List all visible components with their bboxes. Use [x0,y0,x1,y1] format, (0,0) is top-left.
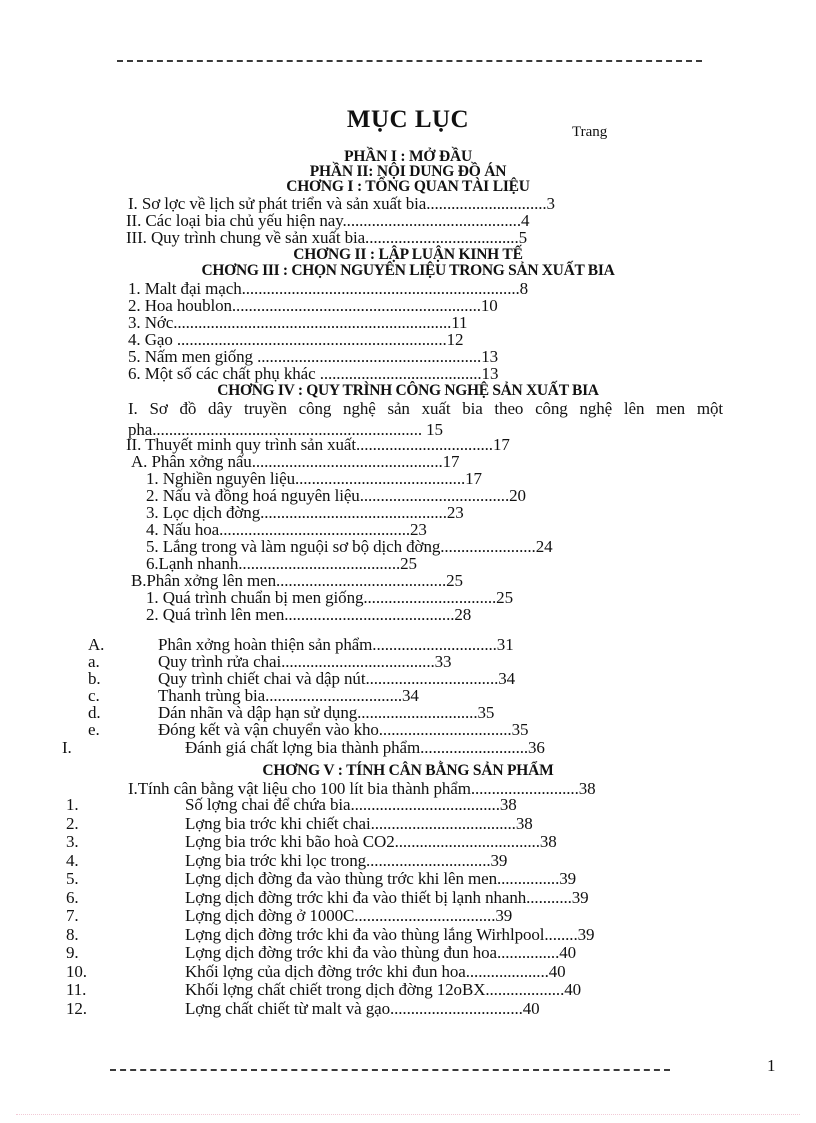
toc-entry-wrapped[interactable]: I. Sơ đồ dây truyền công nghệ sản xuất b… [128,398,723,440]
toc-entry-line-1: I. Sơ đồ dây truyền công nghệ sản xuất b… [128,399,723,418]
toc-row-marker: 4. [66,850,79,870]
toc-row-marker: 1. [66,795,79,814]
toc-row-label: Lợng dịch đờng đa vào thùng trớc khi lên… [185,869,577,888]
toc-row-label: Lợng bia trớc khi bão hoà CO2...........… [185,832,557,851]
heading-chapter-3: CHƠNG III : CHỌN NGUYÊN LIỆU TRONG SẢN X… [201,262,615,279]
toc-row-label: Lợng bia trớc khi lọc trong.............… [185,850,508,870]
toc-row-marker: 6. [66,887,79,907]
top-dashed-rule [117,60,702,62]
toc-row-label: Lợng bia trớc khi chiết chai............… [185,813,533,833]
toc-row-marker: I. [62,738,72,757]
toc-row-marker: 8. [66,924,79,944]
toc-row-marker: e. [88,720,100,739]
toc-entry[interactable]: 2. Quá trình lên men....................… [146,605,471,625]
toc-row-marker: 2. [66,813,79,833]
bottom-dashed-rule [110,1069,670,1071]
toc-row-label: Đóng kết và vận chuyển vào kho..........… [158,720,529,739]
toc-row-label: Lợng dịch đờng ở 1000C..................… [185,906,513,925]
toc-row-label: Lợng dịch đờng trớc khi đa vào thùng lắn… [185,924,595,944]
toc-row-marker: 9. [66,943,79,962]
toc-entry[interactable]: III. Quy trình chung về sản xuất bia....… [126,228,527,248]
page-column-label: Trang [572,124,608,140]
toc-row-label: Khối lợng của dịch đờng trớc khi đun hoa… [185,961,566,981]
toc-row-label: Khối lợng chất chiết trong dịch đờng 12o… [185,980,582,999]
toc-row-marker: 12. [66,998,87,1018]
toc-row-marker: 5. [66,869,79,888]
toc-row-label: Lợng dịch đờng trớc khi đa vào thùng đun… [185,943,577,962]
page-number: 1 [767,1056,776,1075]
toc-row-marker: 3. [66,832,79,851]
document-page: MỤC LỤC Trang PHẦN I : MỞ ĐẦU PHẦN II: N… [0,0,816,1123]
toc-row-label: Lợng chất chiết từ malt và gạo..........… [185,998,540,1018]
page-title: MỤC LỤC [346,106,470,133]
bottom-faint-rule [16,1114,800,1115]
toc-row-marker: 10. [66,961,87,981]
toc-row-marker: 11. [66,980,87,999]
toc-row-label: Đánh giá chất lợng bia thành phẩm.......… [185,738,545,757]
heading-chapter-5: CHƠNG V : TÍNH CÂN BẰNG SẢN PHẨM [262,762,554,779]
toc-row-marker: 7. [66,906,79,925]
toc-entry[interactable]: 6. Một số các chất phụ khác ............… [128,364,498,384]
toc-row-label: Lợng dịch đờng trớc khi đa vào thiết bị … [185,887,589,907]
toc-row-label: Số lợng chai để chứa bia................… [185,795,517,814]
